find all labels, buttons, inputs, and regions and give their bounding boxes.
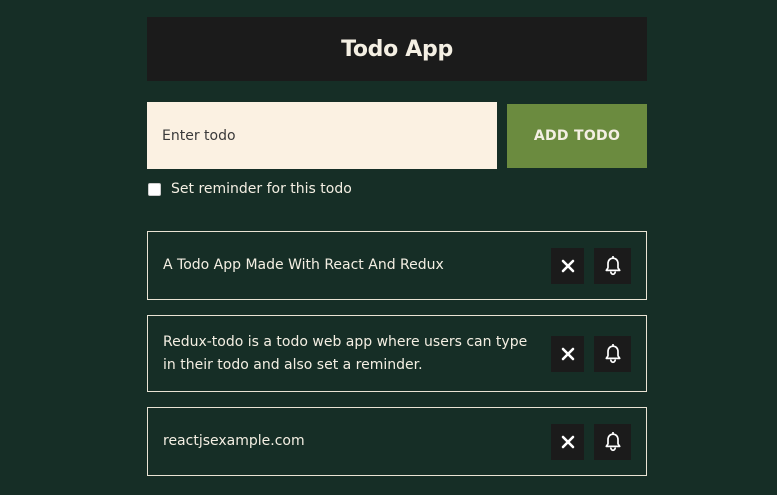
app-header: Todo App bbox=[147, 17, 647, 81]
delete-todo-button[interactable] bbox=[551, 247, 584, 284]
reminder-row: Set reminder for this todo bbox=[147, 181, 352, 197]
todo-item: A Todo App Made With React And Redux bbox=[147, 231, 647, 300]
todo-text: Redux-todo is a todo web app where users… bbox=[163, 333, 528, 373]
todo-text: A Todo App Made With React And Redux bbox=[163, 257, 444, 273]
delete-todo-button[interactable] bbox=[551, 335, 584, 372]
todo-input[interactable] bbox=[147, 102, 497, 169]
todo-text: reactjsexample.com bbox=[163, 433, 305, 449]
page-title: Todo App bbox=[341, 36, 453, 62]
reminder-toggle-button[interactable] bbox=[594, 247, 631, 284]
todo-actions bbox=[551, 423, 631, 460]
close-icon bbox=[561, 435, 574, 448]
close-icon bbox=[561, 259, 574, 272]
todo-item: Redux-todo is a todo web app where users… bbox=[147, 315, 647, 392]
bell-icon bbox=[604, 255, 621, 275]
todo-item: reactjsexample.com bbox=[147, 407, 647, 476]
reminder-toggle-button[interactable] bbox=[594, 335, 631, 372]
reminder-label: Set reminder for this todo bbox=[171, 181, 352, 197]
bell-icon bbox=[604, 431, 621, 451]
bell-icon bbox=[604, 343, 621, 363]
reminder-toggle-button[interactable] bbox=[594, 423, 631, 460]
reminder-checkbox[interactable] bbox=[148, 182, 161, 196]
close-icon bbox=[561, 347, 574, 360]
add-todo-button[interactable]: ADD TODO bbox=[507, 104, 647, 168]
todo-actions bbox=[551, 247, 631, 284]
todo-actions bbox=[551, 335, 631, 372]
delete-todo-button[interactable] bbox=[551, 423, 584, 460]
